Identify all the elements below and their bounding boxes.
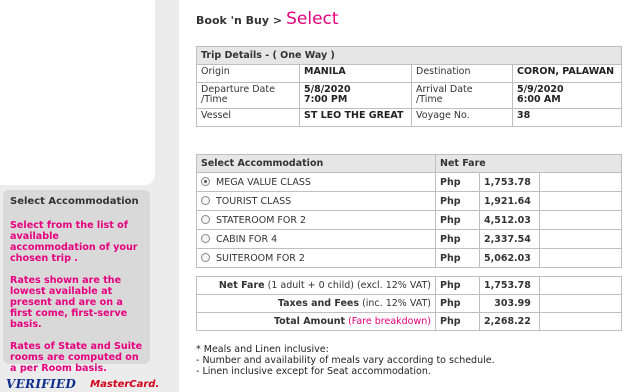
accommodation-name[interactable]: SUITEROOM FOR 2 <box>216 253 305 264</box>
currency: Php <box>435 210 480 230</box>
net-fare-amount: 1,753.78 <box>479 276 540 295</box>
payment-logos: VERIFIED MasterCard. <box>6 377 159 392</box>
currency: Php <box>435 312 480 331</box>
accommodation-row[interactable]: MEGA VALUE CLASS Php 1,753.78 <box>196 172 623 192</box>
note-line: * Meals and Linen inclusive: <box>196 344 329 355</box>
taxes-amount: 303.99 <box>479 294 540 313</box>
accommodation-table: Select Accommodation Net Fare MEGA VALUE… <box>196 154 623 268</box>
accommodation-row[interactable]: TOURIST CLASS Php 1,921.64 <box>196 191 623 211</box>
accommodation-row[interactable]: STATEROOM FOR 2 Php 4,512.03 <box>196 210 623 230</box>
page-title: Select <box>286 9 339 29</box>
arrival-value: 5/9/2020 6:00 AM <box>512 82 622 109</box>
taxes-row: Taxes and Fees (inc. 12% VAT) Php 303.99 <box>196 294 623 313</box>
trip-details-header: Trip Details - ( One Way ) <box>196 46 622 65</box>
fare-breakdown-link[interactable]: (Fare breakdown) <box>348 316 431 327</box>
total-row: Total Amount (Fare breakdown) Php 2,268.… <box>196 312 623 331</box>
accommodation-name[interactable]: STATEROOM FOR 2 <box>216 215 306 226</box>
total-amount: 2,268.22 <box>479 312 540 331</box>
net-fare-row: Net Fare (1 adult + 0 child) (excl. 12% … <box>196 276 623 295</box>
breadcrumb-book-n-buy-link[interactable]: Book 'n Buy > <box>196 14 282 27</box>
meals-notes: * Meals and Linen inclusive: - Number an… <box>196 344 495 377</box>
table-row: Departure Date/Time 5/8/2020 7:00 PM Arri… <box>196 82 622 109</box>
breadcrumb: Book 'n Buy > Select <box>196 9 339 29</box>
currency: Php <box>435 276 480 295</box>
departure-time: 7:00 PM <box>304 94 348 105</box>
left-column: Select Accommodation Select from the lis… <box>0 0 159 392</box>
net-fare-label: Net Fare <box>218 280 265 291</box>
mastercard-logo: MasterCard. <box>90 379 160 390</box>
currency: Php <box>435 172 480 192</box>
left-top-panel <box>0 0 155 185</box>
accommodation-name[interactable]: CABIN FOR 4 <box>216 234 277 245</box>
net-fare-header: Net Fare <box>435 154 622 173</box>
accommodation-row[interactable]: SUITEROOM FOR 2 Php 5,062.03 <box>196 248 623 268</box>
fare-amount: 1,753.78 <box>479 172 540 192</box>
departure-value: 5/8/2020 7:00 PM <box>299 82 412 109</box>
note-line: - Linen inclusive except for Seat accomm… <box>196 366 431 377</box>
currency: Php <box>435 229 480 249</box>
vessel-value: ST LEO THE GREAT <box>299 108 412 127</box>
origin-label: Origin <box>196 64 300 83</box>
sidebar-title: Select Accommodation <box>10 196 139 207</box>
voyage-value: 38 <box>512 108 622 127</box>
totals-table: Net Fare (1 adult + 0 child) (excl. 12% … <box>196 276 623 331</box>
currency: Php <box>435 294 480 313</box>
net-fare-detail: (1 adult + 0 child) (excl. 12% VAT) <box>267 280 431 291</box>
arrival-label-line2: /Time <box>416 94 443 105</box>
destination-value: CORON, PALAWAN <box>512 64 622 83</box>
fare-amount: 1,921.64 <box>479 191 540 211</box>
accommodation-name[interactable]: TOURIST CLASS <box>216 196 291 207</box>
origin-value: MANILA <box>299 64 412 83</box>
verified-by-visa-logo: VERIFIED <box>6 377 77 391</box>
vessel-label: Vessel <box>196 108 300 127</box>
sidebar-help-text-2: Rates shown are the lowest available at … <box>10 275 128 330</box>
fare-amount: 4,512.03 <box>479 210 540 230</box>
arrival-label: Arrival Date/Time <box>411 82 513 109</box>
help-sidebar: Select Accommodation Select from the lis… <box>3 190 150 374</box>
main-panel: Book 'n Buy > Select Trip Details - ( On… <box>179 0 639 392</box>
accommodation-radio[interactable] <box>201 195 210 205</box>
accommodation-header: Select Accommodation <box>196 154 436 173</box>
fare-amount: 2,337.54 <box>479 229 540 249</box>
sidebar-help-text-1: Select from the list of available accomm… <box>10 220 138 264</box>
currency: Php <box>435 191 480 211</box>
taxes-detail: (inc. 12% VAT) <box>362 298 431 309</box>
accommodation-radio[interactable] <box>201 252 210 262</box>
accommodation-name[interactable]: MEGA VALUE CLASS <box>216 177 311 188</box>
table-row: Origin MANILA Destination CORON, PALAWAN <box>196 64 622 83</box>
accommodation-radio[interactable] <box>201 176 210 186</box>
trip-details-table: Trip Details - ( One Way ) Origin MANILA… <box>196 46 622 127</box>
fare-amount: 5,062.03 <box>479 248 540 268</box>
currency: Php <box>435 248 480 268</box>
accommodation-row[interactable]: CABIN FOR 4 Php 2,337.54 <box>196 229 623 249</box>
arrival-time: 6:00 AM <box>517 94 561 105</box>
note-line: - Number and availability of meals vary … <box>196 355 495 366</box>
table-row: Vessel ST LEO THE GREAT Voyage No. 38 <box>196 108 622 127</box>
voyage-label: Voyage No. <box>411 108 513 127</box>
taxes-label: Taxes and Fees <box>277 298 360 309</box>
accommodation-radio[interactable] <box>201 233 210 243</box>
sidebar-help-text-3: Rates of State and Suite rooms are compu… <box>10 341 143 374</box>
accommodation-radio[interactable] <box>201 214 210 224</box>
destination-label: Destination <box>411 64 513 83</box>
departure-label: Departure Date/Time <box>196 82 300 109</box>
total-label: Total Amount <box>273 316 346 327</box>
departure-label-line2: /Time <box>201 94 228 105</box>
